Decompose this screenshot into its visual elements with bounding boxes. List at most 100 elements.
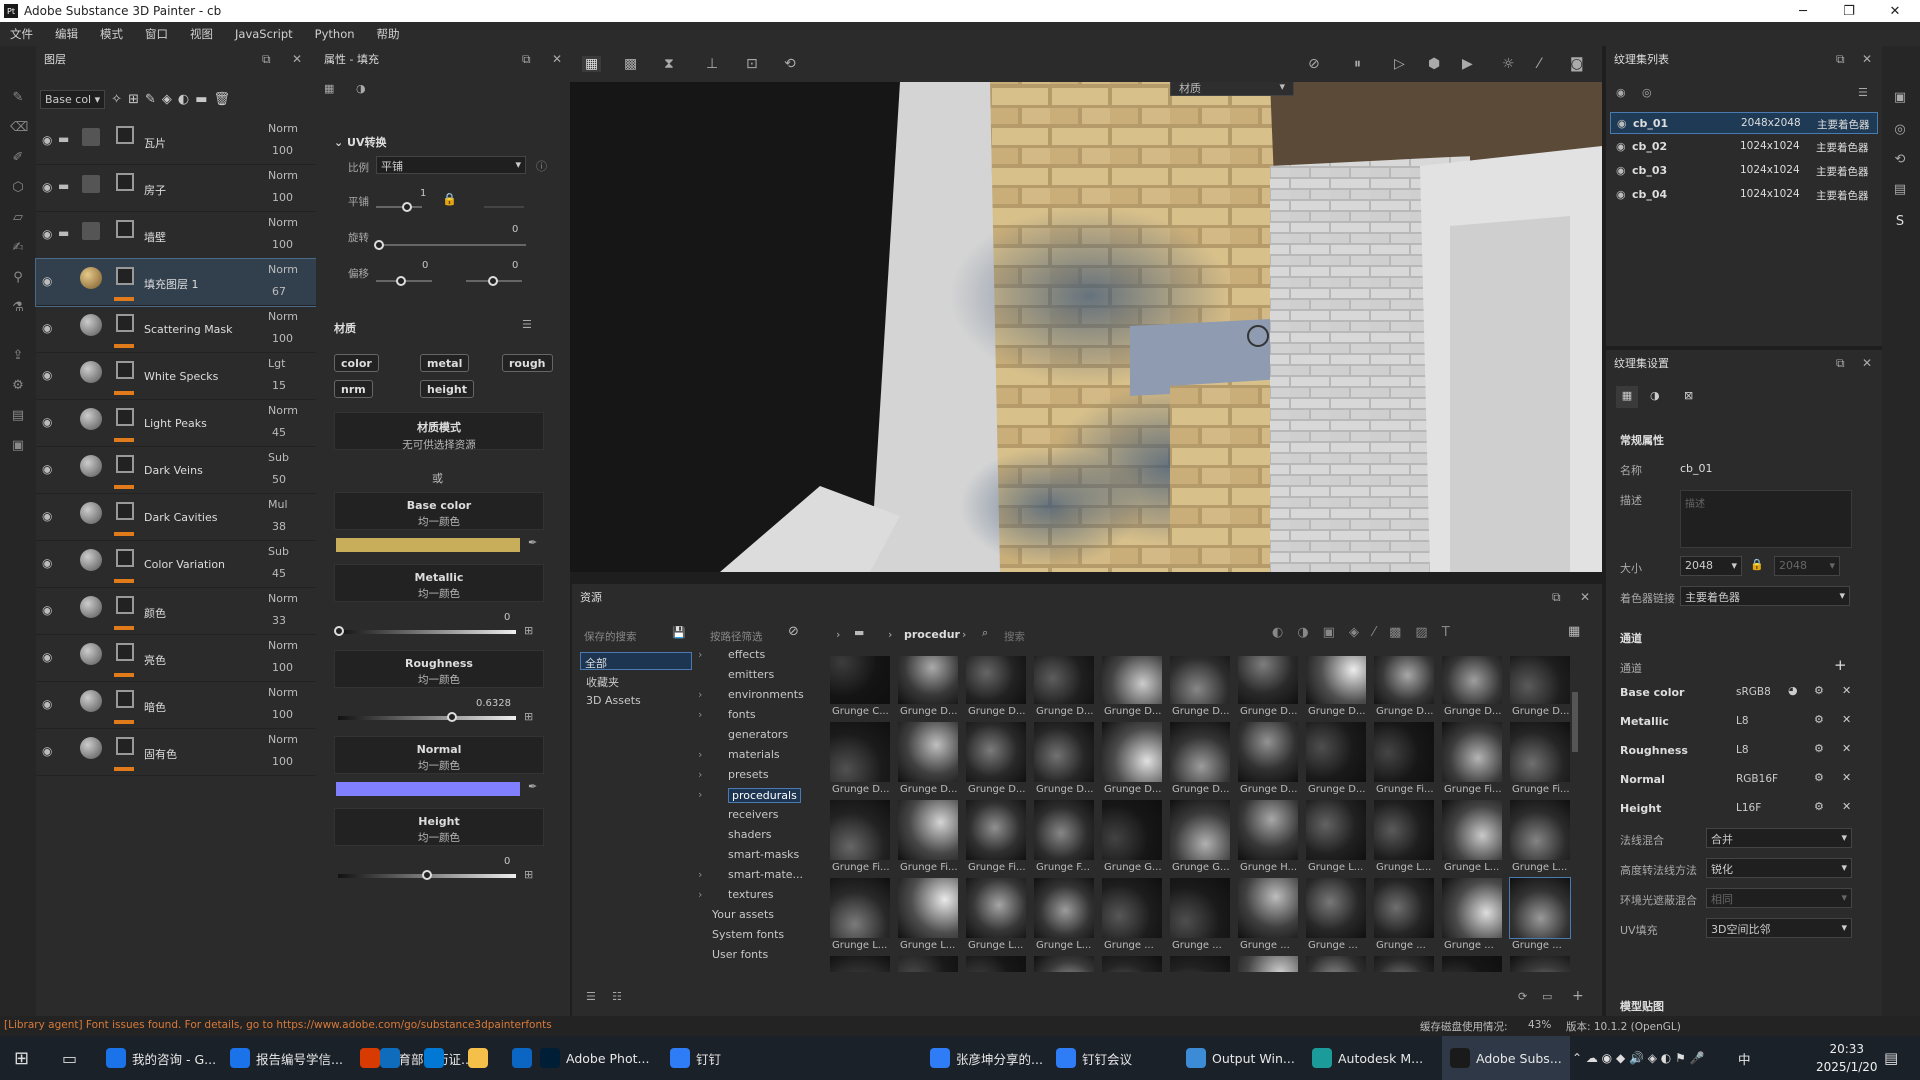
uv-padding-select[interactable]: 3D空间比邻 ▾ [1706,918,1852,938]
close-icon[interactable]: ✕ [1862,52,1872,66]
layer-blend-mode[interactable]: Norm [268,216,298,229]
grid-view-icon[interactable]: ▩ [624,56,637,72]
layer-opacity[interactable]: 100 [272,755,293,768]
tree-item[interactable]: smart-mate... [728,868,803,881]
menu-file[interactable]: 文件 [10,26,33,42]
minimize-button[interactable]: ─ [1780,0,1826,22]
shader-link-select[interactable]: 主要着色器 ▾ [1680,586,1850,606]
add-paint-layer-icon[interactable]: ✎ [145,92,156,107]
float-icon[interactable]: ⧉ [1836,52,1845,67]
menu-javascript[interactable]: JavaScript [235,27,293,41]
remove-channel-icon[interactable]: ✕ [1842,771,1851,784]
align-icon[interactable]: ⊥ [706,56,718,72]
gear-icon[interactable]: ⚙ [1814,742,1824,755]
list-view-icon[interactable]: ☰ [586,990,596,1003]
asset-thumbnail[interactable] [1374,878,1434,938]
asset-thumbnail[interactable] [1442,956,1502,972]
paint-brush-icon[interactable]: ✎ [10,90,26,106]
asset-thumbnail[interactable] [966,956,1026,972]
lock-icon[interactable]: 🔒 [1750,558,1764,571]
window-icon[interactable]: ▭ [1542,990,1552,1003]
shader-tab-icon[interactable]: ◑ [1650,389,1660,402]
type-filter-icons[interactable]: ◐◑▣◈⁄▩▨T [1272,625,1464,640]
asset-thumbnail[interactable] [966,800,1026,860]
asset-thumbnail[interactable] [830,800,890,860]
rotate-slider[interactable] [376,244,526,246]
layer-mask-thumbnail[interactable] [116,690,134,708]
asset-thumbnail[interactable] [1374,956,1434,972]
layer-blend-mode[interactable]: Norm [268,122,298,135]
folder-icon[interactable]: ▬ [58,179,69,193]
save-icon[interactable]: 💾 [672,626,686,639]
font-warning[interactable]: [Library agent] Font issues found. For d… [4,1019,552,1031]
layer-blend-mode[interactable]: Norm [268,263,298,276]
eye-icon[interactable]: ◉ [1616,164,1626,177]
eye-icon[interactable]: ◉ [1616,188,1626,201]
eraser-icon[interactable]: ⌫ [10,120,28,136]
solo-icon[interactable]: ◎ [1642,86,1652,99]
tree-item[interactable]: fonts [728,708,756,721]
asset-thumbnail[interactable] [1442,878,1502,938]
layer-row[interactable]: ◉ Color Variation Sub 45 [36,541,316,588]
eye-icon[interactable]: ◉ [42,321,52,335]
taskbar-app[interactable]: 钉钉会议 [1056,1036,1132,1080]
chevron-right-icon[interactable]: › [698,888,702,901]
layer-row[interactable]: ◉ ▬ 瓦片 Norm 100 [36,118,316,165]
roughness-slider[interactable] [338,716,516,720]
chevron-right-icon[interactable]: › [698,788,702,801]
close-icon[interactable]: ✕ [552,52,562,66]
asset-thumbnail[interactable] [1374,656,1434,704]
delete-layer-icon[interactable]: 🗑 [214,92,231,107]
asset-thumbnail[interactable] [1102,656,1162,704]
rotate-slider-knob[interactable] [374,240,384,250]
layer-mask-thumbnail[interactable] [116,361,134,379]
asset-thumbnail[interactable] [1102,956,1162,972]
smudge-icon[interactable]: ✍ [10,240,26,256]
remove-channel-icon[interactable]: ✕ [1842,742,1851,755]
notification-icon[interactable]: ▤ [1884,1036,1898,1080]
offset-slider-2-knob[interactable] [488,276,498,286]
normal-swatch[interactable] [336,782,520,796]
asset-thumbnail[interactable] [1170,800,1230,860]
picker-icon[interactable]: ⚗ [10,300,26,316]
layer-blend-mode[interactable]: Norm [268,639,298,652]
taskbar-app[interactable]: 钉钉 [670,1036,721,1080]
layer-opacity[interactable]: 15 [272,379,286,392]
channel-format[interactable]: L8 [1736,715,1749,727]
layer-opacity[interactable]: 38 [272,520,286,533]
layer-row[interactable]: ◉ 颜色 Norm 33 [36,588,316,635]
asset-thumbnail[interactable] [1170,956,1230,972]
layer-mask-thumbnail[interactable] [116,267,134,285]
hide-filter-icon[interactable]: ⊘ [788,624,799,639]
height-to-normal-select[interactable]: 锐化 ▾ [1706,858,1852,878]
tree-item[interactable]: generators [728,728,788,741]
fill-settings-icon[interactable]: ▦ [324,82,338,96]
projection-icon[interactable]: ✐ [10,150,26,166]
layer-opacity[interactable]: 45 [272,567,286,580]
asset-thumbnail[interactable] [1442,656,1502,704]
texture-set-row[interactable]: ◉ cb_03 1024x1024 主要着色器 [1610,160,1878,182]
gear-icon[interactable]: ⚙ [1814,713,1824,726]
screenshot-icon[interactable]: ▣ [10,438,26,454]
tree-item[interactable]: User fonts [712,948,768,961]
add-map-icon[interactable]: ⊞ [524,624,533,637]
left-item-all[interactable]: 全部 [580,652,692,670]
chip-nrm[interactable]: nrm [334,380,373,398]
history-icon[interactable]: ⟲ [1892,152,1908,168]
pause-icon[interactable]: ⏸ [1354,56,1361,72]
chip-rough[interactable]: rough [502,354,553,372]
close-icon[interactable]: ✕ [292,52,302,66]
asset-thumbnail[interactable] [1306,656,1366,704]
tree-item[interactable]: System fonts [712,928,784,941]
layer-blend-mode[interactable]: Norm [268,733,298,746]
channel-format[interactable]: L16F [1736,802,1761,814]
asset-thumbnail[interactable] [1034,956,1094,972]
layer-mask-thumbnail[interactable] [116,314,134,332]
close-icon[interactable]: ✕ [1580,590,1590,604]
add-icon[interactable]: + [1572,988,1584,1004]
asset-thumbnail[interactable] [966,878,1026,938]
task-view-icon[interactable]: ▭ [62,1036,77,1080]
layer-blend-mode[interactable]: Mul [268,498,288,511]
layer-row[interactable]: ◉ 亮色 Norm 100 [36,635,316,682]
eye-icon[interactable]: ◉ [1617,117,1627,130]
